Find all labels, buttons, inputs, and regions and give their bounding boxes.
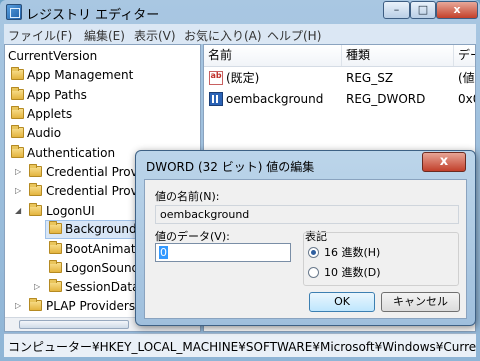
column-name[interactable]: 名前 (204, 45, 342, 66)
value-type: REG_DWORD (346, 92, 426, 106)
folder-icon (11, 125, 24, 138)
list-item[interactable]: oembackground REG_DWORD 0x0 (204, 89, 475, 109)
dialog-title: DWORD (32 ビット) 値の編集 (146, 160, 315, 174)
folder-icon (49, 221, 62, 234)
cancel-button[interactable]: キャンセル (381, 292, 460, 312)
value-data-text: 0 (159, 246, 168, 259)
tree-item-label: LogonUI (46, 204, 95, 218)
radio-dec-button[interactable] (308, 267, 319, 278)
scrollbar-thumb[interactable] (19, 320, 129, 329)
tree-item-label: Audio (27, 126, 62, 140)
menu-help[interactable]: ヘルプ(H) (267, 27, 321, 44)
expand-arrow-icon[interactable]: ▷ (15, 168, 23, 176)
radio-hex-button[interactable] (308, 247, 319, 258)
close-button[interactable]: x (436, 1, 478, 19)
value-name: oembackground (226, 92, 324, 106)
tree-item-label: Authentication (27, 146, 116, 160)
menu-edit[interactable]: 編集(E) (84, 27, 125, 44)
dialog-close-button[interactable]: x (422, 152, 466, 172)
collapse-arrow-icon[interactable]: ◢ (15, 207, 23, 215)
folder-icon (11, 67, 24, 80)
status-bar: コンピューター¥HKEY_LOCAL_MACHINE¥SOFTWARE¥Micr… (4, 333, 476, 357)
folder-open-icon (29, 203, 42, 216)
folder-icon (29, 298, 42, 311)
menu-view[interactable]: 表示(V) (134, 27, 176, 44)
expand-arrow-icon[interactable]: ▷ (15, 302, 23, 310)
folder-icon (11, 87, 24, 100)
folder-icon (49, 260, 62, 273)
value-name-label: 値の名前(N): (155, 190, 220, 203)
folder-icon (29, 183, 42, 196)
tree-item-audio[interactable]: Audio (5, 124, 200, 143)
column-type[interactable]: 種類 (342, 45, 454, 66)
column-data[interactable]: デー (454, 45, 475, 66)
list-header: 名前 種類 デー (204, 45, 475, 67)
value-data: 0x0 (458, 92, 475, 106)
radio-dec-label: 10 進数(D) (324, 266, 381, 279)
folder-icon (11, 145, 24, 158)
ok-button[interactable]: OK (309, 292, 375, 312)
base-groupbox: 16 進数(H) 10 進数(D) (303, 232, 459, 286)
tree-item-label: PLAP Providers (46, 299, 136, 313)
value-type: REG_SZ (346, 71, 394, 85)
expand-arrow-icon[interactable]: ▷ (34, 283, 42, 291)
folder-icon (49, 279, 62, 292)
menu-file[interactable]: ファイル(F) (8, 27, 72, 44)
tree-item-label: Applets (27, 107, 73, 121)
folder-icon (29, 164, 42, 177)
tree-item-applets[interactable]: Applets (5, 105, 200, 124)
value-data-input[interactable]: 0 (155, 243, 291, 262)
edit-dword-dialog: DWORD (32 ビット) 値の編集 x 値の名前(N): oembackgr… (135, 150, 476, 326)
minimize-button[interactable]: – (383, 1, 410, 19)
window-title: レジストリ エディター (26, 8, 160, 23)
radio-hex-label: 16 進数(H) (324, 246, 381, 259)
value-data-label: 値のデータ(V): (155, 230, 230, 243)
folder-icon (49, 241, 62, 254)
tree-item-app-management[interactable]: App Management (5, 66, 200, 85)
tree-item-label: SessionData (65, 280, 140, 294)
tree-item-app-paths[interactable]: App Paths (5, 86, 200, 105)
menu-bar: ファイル(F) 編集(E) 表示(V) お気に入り(A) ヘルプ(H) (4, 24, 476, 44)
value-data: (値 (458, 71, 475, 85)
menu-favorites[interactable]: お気に入り(A) (184, 27, 262, 44)
expand-arrow-icon[interactable]: ▷ (15, 187, 23, 195)
dword-value-icon (209, 92, 223, 106)
string-value-icon: ab (209, 71, 223, 85)
value-name-field: oembackground (155, 205, 459, 224)
tree-item-label: App Management (27, 68, 134, 82)
folder-icon (11, 106, 24, 119)
title-bar[interactable]: レジストリ エディター – □ x (0, 0, 480, 24)
dialog-body: 値の名前(N): oembackground 値のデータ(V): 0 表記 16… (144, 179, 467, 319)
maximize-button[interactable]: □ (410, 1, 436, 19)
tree-item-label: CurrentVersion (8, 49, 98, 63)
value-name: (既定) (226, 71, 260, 85)
registry-editor-icon (6, 4, 22, 20)
list-item[interactable]: ab (既定) REG_SZ (値 (204, 68, 475, 88)
tree-item-label: App Paths (27, 88, 87, 102)
tree-item-label: Background (65, 222, 137, 236)
tree-item-label: Credential Provid (46, 184, 149, 198)
tree-item-label: Credential Provid (46, 165, 149, 179)
